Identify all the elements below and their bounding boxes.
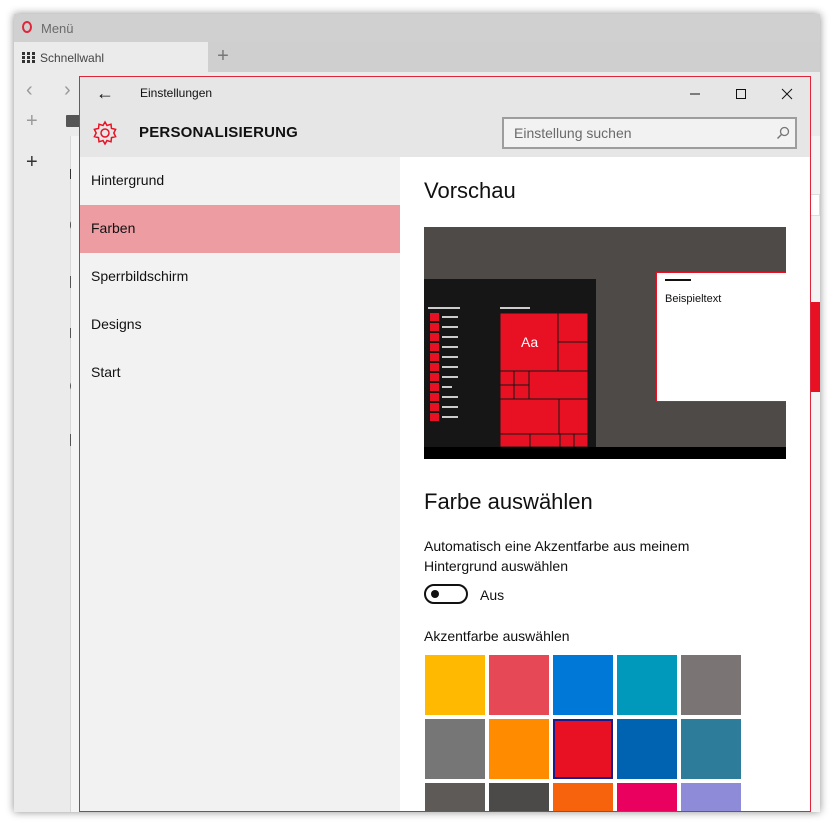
preview-window: Beispieltext — [656, 272, 786, 402]
settings-content: Vorschau Aa Beispieltext Farbe auswählen… — [400, 157, 810, 811]
browser-sidebar — [14, 136, 71, 812]
nav-item-farben[interactable]: Farben — [80, 205, 400, 253]
auto-accent-toggle[interactable] — [424, 584, 468, 604]
preview-taskbar — [424, 447, 786, 459]
maximize-icon — [736, 89, 746, 100]
accent-swatch[interactable] — [553, 719, 613, 779]
minimize-icon — [690, 93, 700, 95]
nav-item-label: Hintergrund — [91, 172, 165, 188]
preview-start-menu — [424, 279, 596, 448]
accent-swatch[interactable] — [489, 719, 549, 779]
accent-color-grid — [425, 655, 745, 811]
close-button[interactable] — [764, 77, 810, 109]
nav-item-label: Designs — [91, 316, 142, 332]
add-bookmark-icon[interactable]: + — [26, 111, 38, 131]
accent-swatch[interactable] — [489, 655, 549, 715]
settings-nav: Hintergrund Farben Sperrbildschirm Desig… — [80, 157, 400, 811]
accent-color-label: Akzentfarbe auswählen — [424, 628, 570, 644]
nav-item-designs[interactable]: Designs — [80, 301, 400, 349]
sidebar-add-icon[interactable]: + — [26, 152, 38, 172]
page-title: PERSONALISIERUNG — [139, 124, 299, 141]
preview-sample-text: Beispieltext — [665, 293, 722, 305]
accent-swatch[interactable] — [553, 655, 613, 715]
accent-swatch[interactable] — [489, 783, 549, 811]
accent-swatch[interactable] — [553, 783, 613, 811]
preview-heading: Vorschau — [424, 178, 516, 203]
accent-swatch[interactable] — [425, 719, 485, 779]
close-icon — [781, 88, 793, 100]
toggle-knob — [431, 590, 439, 598]
accent-swatch[interactable] — [681, 783, 741, 811]
minimize-button[interactable] — [672, 77, 718, 109]
browser-title-bar — [14, 14, 820, 42]
nav-item-label: Sperrbildschirm — [91, 268, 189, 284]
settings-window: ← Einstellungen PERSONALISIERUNG Einstel… — [79, 76, 811, 812]
opera-logo-icon[interactable] — [22, 21, 32, 33]
gear-icon — [93, 120, 117, 146]
nav-item-hintergrund[interactable]: Hintergrund — [80, 157, 400, 205]
maximize-button[interactable] — [718, 77, 764, 109]
browser-menu-label[interactable]: Menü — [41, 21, 74, 36]
new-tab-button[interactable]: + — [213, 43, 233, 69]
accent-swatch[interactable] — [617, 719, 677, 779]
theme-preview: Aa Beispieltext — [424, 227, 786, 459]
accent-swatch[interactable] — [425, 783, 485, 811]
accent-swatch[interactable] — [617, 655, 677, 715]
search-input[interactable]: Einstellung suchen — [502, 117, 797, 149]
preview-window-bar — [665, 279, 691, 281]
accent-swatch[interactable] — [425, 655, 485, 715]
nav-item-label: Start — [91, 364, 121, 380]
window-title: Einstellungen — [140, 86, 213, 100]
accent-swatch[interactable] — [617, 783, 677, 811]
toggle-state-label: Aus — [480, 587, 505, 603]
color-heading: Farbe auswählen — [424, 489, 593, 514]
speed-dial-grid-icon — [22, 52, 35, 63]
search-placeholder: Einstellung suchen — [514, 125, 632, 141]
folder-icon[interactable] — [66, 115, 80, 127]
nav-item-sperrbildschirm[interactable]: Sperrbildschirm — [80, 253, 400, 301]
search-icon[interactable] — [776, 126, 790, 140]
forward-nav-icon[interactable]: › — [64, 80, 71, 100]
nav-item-start[interactable]: Start — [80, 349, 400, 397]
auto-accent-label: Automatisch eine Akzentfarbe aus meinem — [424, 538, 690, 554]
back-nav-icon[interactable]: ‹ — [26, 80, 33, 100]
nav-item-label: Farben — [91, 220, 136, 236]
back-arrow-icon[interactable]: ← — [94, 82, 116, 104]
auto-accent-label-continued: Hintergrund auswählen — [424, 558, 568, 574]
accent-swatch[interactable] — [681, 655, 741, 715]
preview-tile-label: Aa — [521, 334, 539, 350]
accent-swatch[interactable] — [681, 719, 741, 779]
tab-label: Schnellwahl — [40, 51, 105, 65]
preview-start-menu-graphic — [428, 307, 589, 448]
